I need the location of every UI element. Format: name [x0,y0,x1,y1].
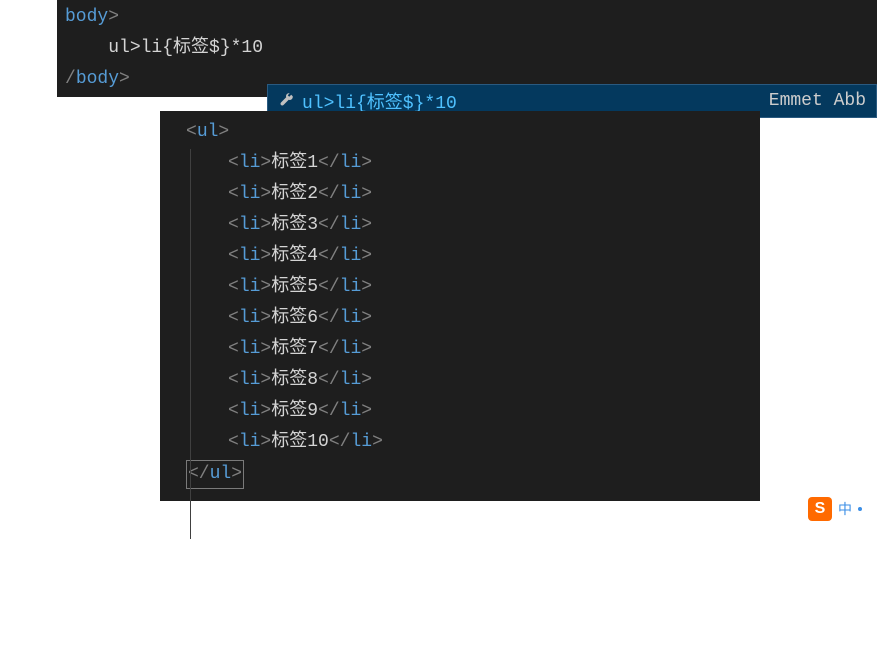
code-editor-top[interactable]: body> ul>li{标签$}*10 /body> [57,0,877,97]
emmet-expression: ul>li{标签$}*10 [108,38,263,58]
code-line-ul-close: </ul> [160,458,760,491]
code-line-li: <li>标签4</li> [160,241,760,272]
code-line-body-open: body> [57,2,877,33]
code-line-li: <li>标签1</li> [160,148,760,179]
code-line-ul-open: <ul> [160,117,760,148]
tag-open: body [65,7,108,27]
code-line-emmet: ul>li{标签$}*10 [57,33,877,64]
indent-guide [190,149,191,539]
top-code-block: body> ul>li{标签$}*10 /body> ul>li{标签$}*10… [0,0,879,97]
tag-close: body [76,69,119,89]
code-editor-bottom[interactable]: <ul> <li>标签1</li><li>标签2</li><li>标签3</li… [160,111,760,501]
ime-mode-text: 中 [838,499,852,519]
li-list-container: <li>标签1</li><li>标签2</li><li>标签3</li><li>… [160,148,760,458]
ime-indicator[interactable]: S 中 [808,497,862,521]
ime-icon: S [808,497,832,521]
code-line-li: <li>标签10</li> [160,427,760,458]
ime-dot-icon [858,507,862,511]
tag-bracket: > [119,69,130,89]
tag-bracket: / [65,69,76,89]
code-line-li: <li>标签6</li> [160,303,760,334]
wrench-icon [278,93,294,109]
tag-bracket: > [108,7,119,27]
code-line-li: <li>标签2</li> [160,179,760,210]
code-line-li: <li>标签3</li> [160,210,760,241]
code-line-li: <li>标签9</li> [160,396,760,427]
code-line-li: <li>标签8</li> [160,365,760,396]
code-line-li: <li>标签5</li> [160,272,760,303]
code-line-li: <li>标签7</li> [160,334,760,365]
autocomplete-source-label: Emmet Abb [769,91,866,111]
